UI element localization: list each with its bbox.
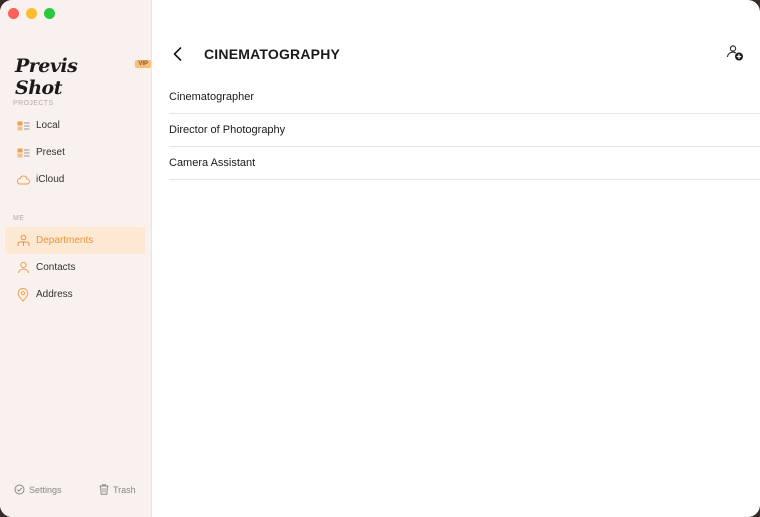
cloud-icon — [16, 173, 30, 187]
sidebar-item-label: Contacts — [36, 262, 76, 273]
sidebar-item-icloud[interactable]: iCloud — [5, 166, 145, 193]
sidebar-item-label: Address — [36, 289, 73, 300]
zoom-window-button[interactable] — [44, 8, 55, 19]
preset-icon — [16, 146, 30, 160]
sidebar-item-contacts[interactable]: Contacts — [5, 254, 145, 281]
chevron-left-icon — [173, 47, 181, 61]
projects-section-label: PROJECTS — [13, 100, 54, 107]
sidebar-item-label: Local — [36, 120, 60, 131]
me-section-label: ME — [13, 215, 25, 222]
trash-label: Trash — [113, 484, 136, 495]
trash-icon — [99, 484, 109, 495]
trash-button[interactable]: Trash — [99, 484, 136, 495]
add-user-icon — [726, 45, 743, 61]
settings-icon — [14, 484, 25, 495]
list-item[interactable]: Cinematographer — [169, 81, 760, 114]
sidebar-item-departments[interactable]: Departments — [5, 227, 145, 254]
roles-list: Cinematographer Director of Photography … — [169, 81, 760, 180]
window-controls — [8, 8, 55, 19]
list-item[interactable]: Director of Photography — [169, 114, 760, 147]
list-item[interactable]: Camera Assistant — [169, 147, 760, 180]
departments-icon — [16, 234, 30, 248]
vip-badge: VIP — [135, 60, 151, 68]
app-logo: Previs Shot VIP — [15, 55, 151, 99]
settings-button[interactable]: Settings — [14, 484, 62, 495]
settings-label: Settings — [29, 484, 62, 495]
sidebar-item-label: iCloud — [36, 174, 65, 185]
sidebar-item-label: Preset — [36, 147, 65, 158]
sidebar: Previs Shot VIP PROJECTS Local Preset iC… — [0, 0, 152, 517]
add-member-button[interactable] — [726, 44, 744, 62]
main-content: CINEMATOGRAPHY Cinematographer Director … — [151, 0, 760, 517]
back-button[interactable] — [169, 45, 185, 63]
local-icon — [16, 119, 30, 133]
sidebar-item-address[interactable]: Address — [5, 281, 145, 308]
sidebar-item-preset[interactable]: Preset — [5, 139, 145, 166]
minimize-window-button[interactable] — [26, 8, 37, 19]
sidebar-item-label: Departments — [36, 235, 94, 246]
close-window-button[interactable] — [8, 8, 19, 19]
location-pin-icon — [16, 287, 30, 302]
contacts-icon — [16, 261, 30, 275]
app-window: Previs Shot VIP PROJECTS Local Preset iC… — [0, 0, 760, 517]
app-logo-text: Previs Shot — [15, 55, 78, 99]
sidebar-item-local[interactable]: Local — [5, 112, 145, 139]
page-title: CINEMATOGRAPHY — [204, 46, 341, 62]
